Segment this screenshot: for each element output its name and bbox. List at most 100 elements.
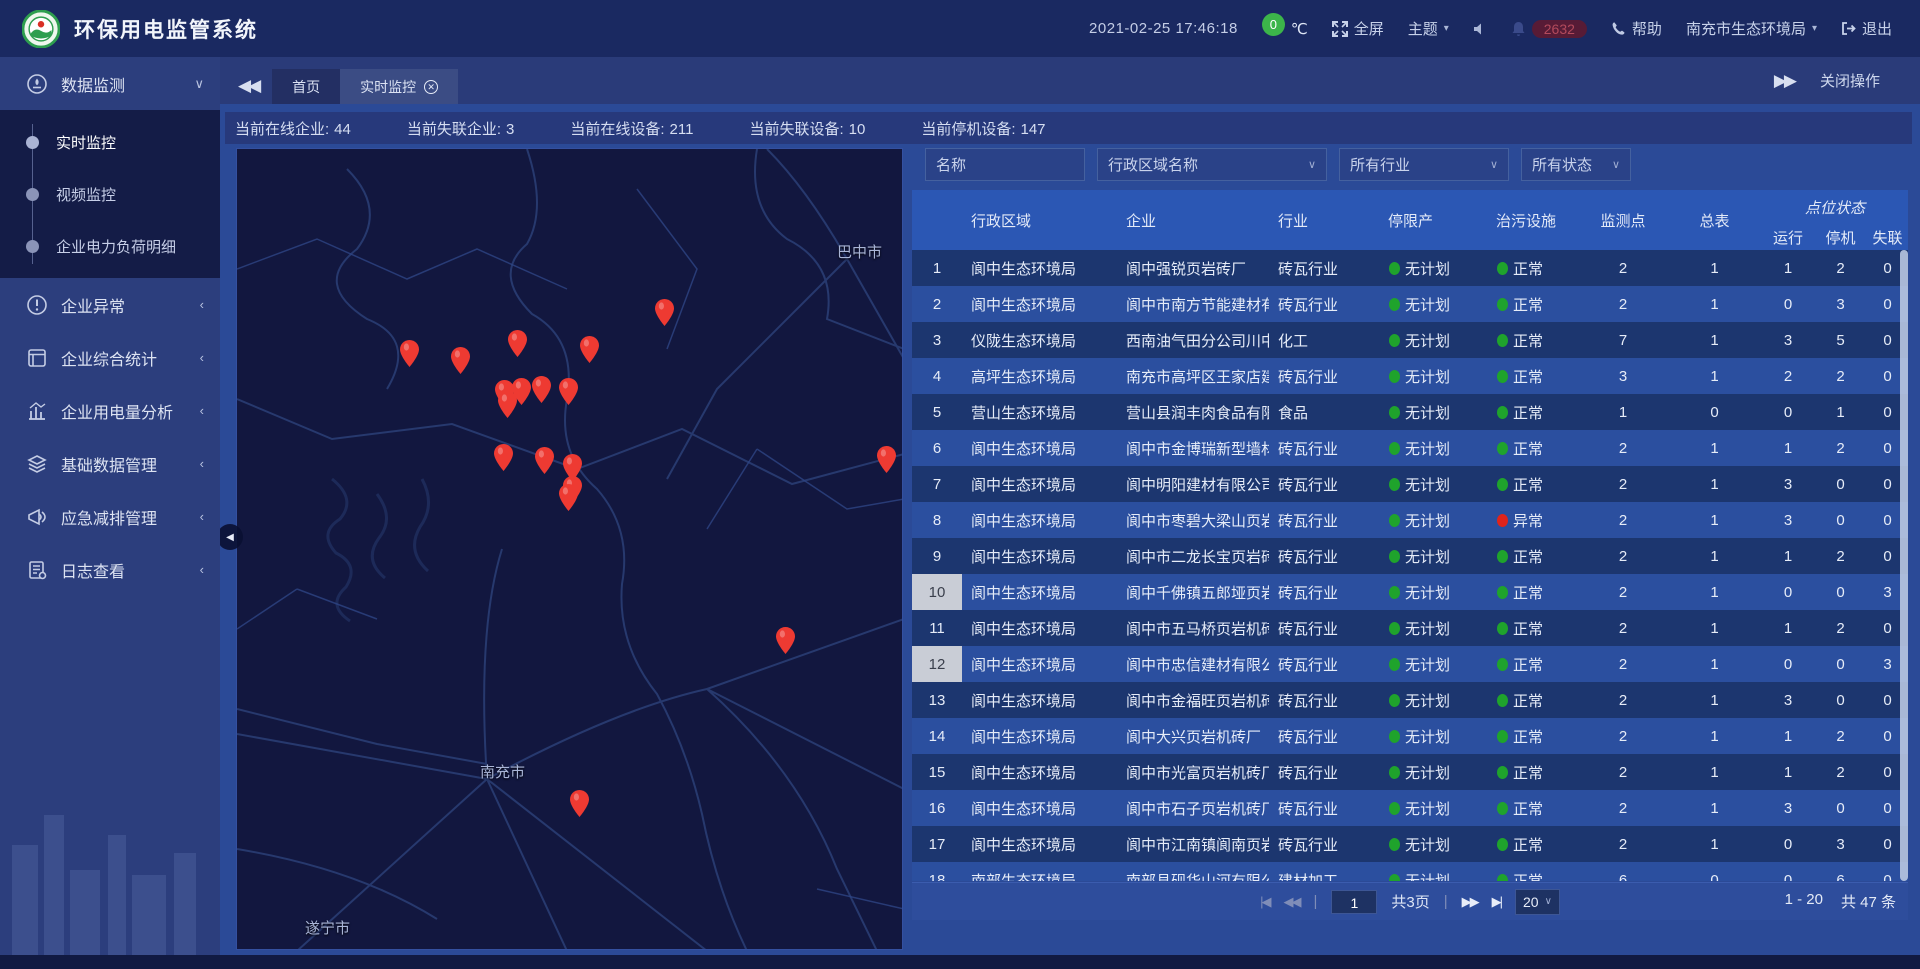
enterprise-cell[interactable]: 南充市高坪区王家店建 [1117,358,1269,394]
sidebar-item-5[interactable]: 基础数据管理‹ [0,437,220,490]
column-header[interactable]: 行政区域 [962,190,1117,250]
last-page-button[interactable]: ▶| [1492,894,1501,910]
map-marker-icon[interactable] [570,790,589,817]
map-marker-icon[interactable] [535,447,554,474]
enterprise-cell[interactable]: 阆中市二龙长宝页岩砖 [1117,538,1269,574]
page-number-input[interactable]: 1 [1331,890,1377,914]
column-subheader[interactable]: 失联 [1867,224,1908,250]
tabs-scroll-left-icon[interactable]: ◀◀ [238,76,258,96]
table-row[interactable]: 12阆中生态环境局阆中市忠信建材有限公砖瓦行业无计划正常21003 [912,646,1908,682]
column-header[interactable]: 总表 [1667,190,1762,250]
table-row[interactable]: 5营山生态环境局营山县润丰肉食品有限食品无计划正常10010 [912,394,1908,430]
notifications-button[interactable]: 2632 [1511,20,1587,38]
table-scrollbar[interactable] [1900,250,1908,881]
enterprise-cell[interactable]: 阆中市江南镇阆南页岩 [1117,826,1269,862]
enterprise-cell[interactable]: 阆中市光富页岩机砖厂 [1117,754,1269,790]
map-marker-icon[interactable] [559,484,578,511]
tabs-scroll-right-icon[interactable]: ▶▶ [1774,71,1794,91]
tab-实时监控[interactable]: 实时监控✕ [340,69,458,104]
enterprise-cell[interactable]: 西南油气田分公司川中 [1117,322,1269,358]
table-row[interactable]: 1阆中生态环境局阆中强锐页岩砖厂砖瓦行业无计划正常21120 [912,250,1908,286]
region-select[interactable]: 行政区域名称 ∨ [1097,148,1327,181]
status-select[interactable]: 所有状态 ∨ [1521,148,1631,181]
map-marker-icon[interactable] [494,444,513,471]
sidebar-item-2[interactable]: 企业异常‹ [0,278,220,331]
table-row[interactable]: 8阆中生态环境局阆中市枣碧大梁山页岩砖瓦行业无计划异常21300 [912,502,1908,538]
mute-button[interactable] [1473,22,1487,36]
table-row[interactable]: 14阆中生态环境局阆中大兴页岩机砖厂砖瓦行业无计划正常21120 [912,718,1908,754]
sidebar-item-1[interactable]: 数据监测∨ [0,57,220,110]
help-button[interactable]: 帮助 [1611,18,1662,39]
sidebar-item-4[interactable]: 企业用电量分析‹ [0,384,220,437]
table-row[interactable]: 17阆中生态环境局阆中市江南镇阆南页岩砖瓦行业无计划正常21030 [912,826,1908,862]
theme-dropdown[interactable]: 主题 ▾ [1408,18,1449,39]
table-row[interactable]: 2阆中生态环境局阆中市南方节能建材有砖瓦行业无计划正常21030 [912,286,1908,322]
total-meter-count-cell: 1 [1667,826,1762,862]
enterprise-cell[interactable]: 阆中市枣碧大梁山页岩 [1117,502,1269,538]
user-org-dropdown[interactable]: 南充市生态环境局 ▾ [1686,18,1817,39]
map-marker-icon[interactable] [451,347,470,374]
tab-首页[interactable]: 首页 [272,69,340,104]
enterprise-cell[interactable]: 阆中市忠信建材有限公 [1117,646,1269,682]
column-header[interactable]: 停限产 [1379,190,1487,250]
table-row[interactable]: 6阆中生态环境局阆中市金博瑞新型墙材砖瓦行业无计划正常21120 [912,430,1908,466]
map-marker-icon[interactable] [532,376,551,403]
map-marker-icon[interactable] [498,391,517,418]
column-header[interactable] [912,190,962,250]
sidebar-item-7[interactable]: 日志查看‹ [0,543,220,596]
table-row[interactable]: 7阆中生态环境局阆中明阳建材有限公司砖瓦行业无计划正常21300 [912,466,1908,502]
enterprise-cell[interactable]: 阆中明阳建材有限公司 [1117,466,1269,502]
region-cell: 阆中生态环境局 [962,538,1117,574]
logout-button[interactable]: 退出 [1841,18,1892,39]
map-marker-icon[interactable] [776,627,795,654]
enterprise-cell[interactable]: 阆中市金福旺页岩机砖 [1117,682,1269,718]
map-marker-icon[interactable] [508,330,527,357]
column-subheader[interactable]: 停机 [1814,224,1867,250]
map-marker-icon[interactable] [400,340,419,367]
sidebar-subitem-企业电力负荷明细[interactable]: 企业电力负荷明细 [0,220,220,272]
table-row[interactable]: 10阆中生态环境局阆中千佛镇五郎垭页岩砖瓦行业无计划正常21003 [912,574,1908,610]
table-row[interactable]: 15阆中生态环境局阆中市光富页岩机砖厂砖瓦行业无计划正常21120 [912,754,1908,790]
enterprise-cell[interactable]: 阆中市金博瑞新型墙材 [1117,430,1269,466]
column-header[interactable]: 治污设施 [1487,190,1579,250]
prev-page-button[interactable]: ◀◀ [1283,894,1299,910]
column-header[interactable]: 企业 [1117,190,1269,250]
facility-status-label: 正常 [1513,726,1543,747]
column-header[interactable]: 监测点 [1579,190,1667,250]
close-operations-button[interactable]: 关闭操作 [1820,70,1880,91]
table-row[interactable]: 16阆中生态环境局阆中市石子页岩机砖厂砖瓦行业无计划正常21300 [912,790,1908,826]
sidebar-item-6[interactable]: 应急减排管理‹ [0,490,220,543]
column-subheader[interactable]: 运行 [1762,224,1814,250]
name-search-input[interactable]: 名称 [925,148,1085,181]
table-row[interactable]: 13阆中生态环境局阆中市金福旺页岩机砖砖瓦行业无计划正常21300 [912,682,1908,718]
map-marker-icon[interactable] [655,299,674,326]
enterprise-cell[interactable]: 阆中强锐页岩砖厂 [1117,250,1269,286]
enterprise-cell[interactable]: 阆中市南方节能建材有 [1117,286,1269,322]
column-header[interactable]: 行业 [1269,190,1379,250]
fullscreen-button[interactable]: 全屏 [1332,18,1384,39]
sidebar-subitem-视频监控[interactable]: 视频监控 [0,168,220,220]
table-row[interactable]: 4高坪生态环境局南充市高坪区王家店建砖瓦行业无计划正常31220 [912,358,1908,394]
table-row[interactable]: 18南部生态环境局南部县砚华山河有限公建材加工无计划正常60060 [912,862,1908,881]
industry-select[interactable]: 所有行业 ∨ [1339,148,1509,181]
map-panel[interactable]: 巴中市南充市遂宁市 [236,148,903,950]
next-page-button[interactable]: ▶▶ [1462,894,1478,910]
sidebar-collapse-button[interactable]: ◀ [217,524,243,550]
enterprise-cell[interactable]: 阆中市石子页岩机砖厂 [1117,790,1269,826]
table-row[interactable]: 3仪陇生态环境局西南油气田分公司川中化工无计划正常71350 [912,322,1908,358]
tab-close-icon[interactable]: ✕ [424,80,438,94]
table-row[interactable]: 9阆中生态环境局阆中市二龙长宝页岩砖砖瓦行业无计划正常21120 [912,538,1908,574]
enterprise-cell[interactable]: 营山县润丰肉食品有限 [1117,394,1269,430]
first-page-button[interactable]: |◀ [1260,894,1269,910]
enterprise-cell[interactable]: 南部县砚华山河有限公 [1117,862,1269,881]
map-marker-icon[interactable] [559,378,578,405]
map-marker-icon[interactable] [877,446,896,473]
map-marker-icon[interactable] [580,336,599,363]
enterprise-cell[interactable]: 阆中市五马桥页岩机砖 [1117,610,1269,646]
page-size-select[interactable]: 20 ∨ [1515,889,1560,915]
sidebar-subitem-实时监控[interactable]: 实时监控 [0,116,220,168]
table-row[interactable]: 11阆中生态环境局阆中市五马桥页岩机砖砖瓦行业无计划正常21120 [912,610,1908,646]
enterprise-cell[interactable]: 阆中大兴页岩机砖厂 [1117,718,1269,754]
sidebar-item-3[interactable]: 企业综合统计‹ [0,331,220,384]
enterprise-cell[interactable]: 阆中千佛镇五郎垭页岩 [1117,574,1269,610]
